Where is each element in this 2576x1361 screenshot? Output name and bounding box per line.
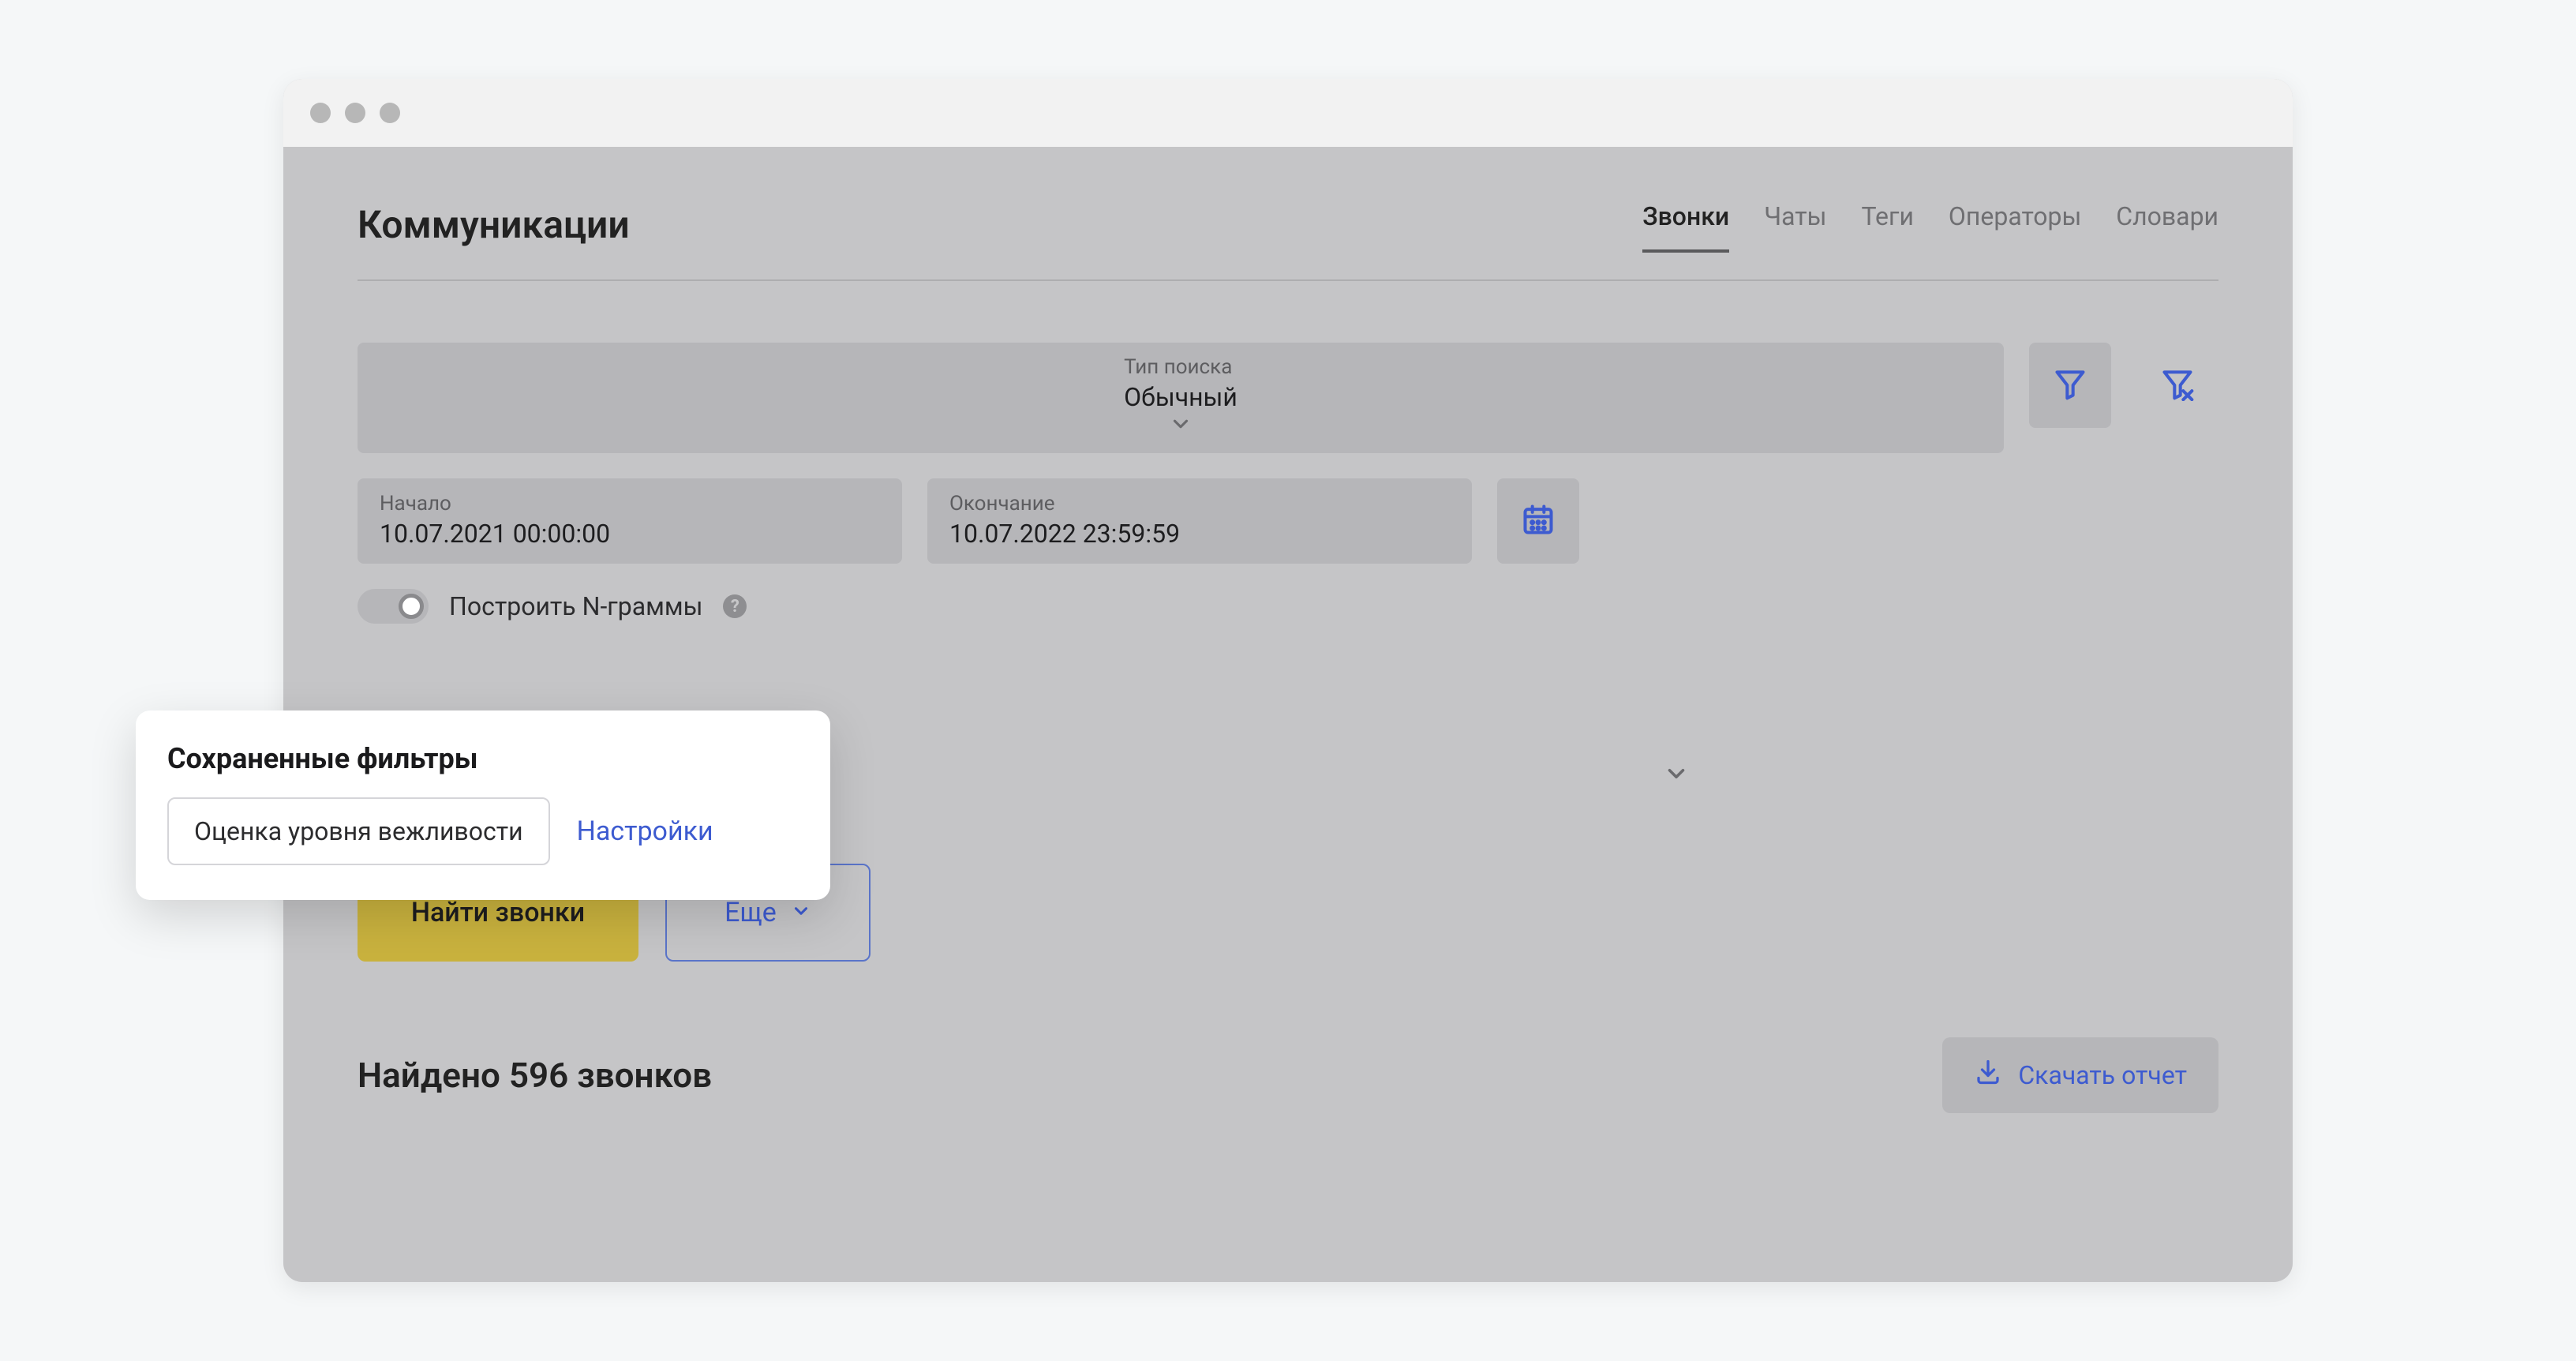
tab-dictionaries[interactable]: Словари — [2116, 199, 2218, 249]
date-end-label: Окончание — [949, 492, 1450, 516]
chevron-down-icon — [791, 897, 811, 928]
help-icon[interactable]: ? — [723, 594, 747, 618]
window-titlebar — [283, 79, 2293, 147]
search-type-row: Тип поиска Обычный — [358, 343, 2218, 453]
saved-filters-settings-link[interactable]: Настройки — [577, 815, 713, 847]
traffic-light-close[interactable] — [310, 103, 331, 123]
saved-filters-popover: Сохраненные фильтры Оценка уровня вежлив… — [136, 710, 830, 900]
date-end-value: 10.07.2022 23:59:59 — [949, 519, 1450, 549]
calendar-icon — [1521, 502, 1556, 540]
traffic-light-zoom[interactable] — [380, 103, 400, 123]
tab-chats[interactable]: Чаты — [1764, 199, 1826, 249]
date-start-label: Начало — [380, 492, 880, 516]
saved-filters-title: Сохраненные фильтры — [167, 742, 799, 775]
browser-window: Коммуникации Звонки Чаты Теги Операторы … — [283, 79, 2293, 1282]
search-type-value: Обычный — [1124, 382, 1237, 412]
date-range-row: Начало 10.07.2021 00:00:00 Окончание 10.… — [358, 478, 2218, 564]
download-report-button[interactable]: Скачать отчет — [1942, 1037, 2218, 1113]
search-type-label: Тип поиска — [1124, 355, 1237, 379]
toggle-knob — [399, 594, 424, 619]
more-label: Еще — [724, 897, 777, 928]
filter-clear-icon — [2160, 366, 2195, 404]
date-start-value: 10.07.2021 00:00:00 — [380, 519, 880, 549]
saved-filters-body: Оценка уровня вежливости Настройки — [167, 797, 799, 865]
ngram-label: Построить N-граммы — [449, 591, 702, 621]
page-title: Коммуникации — [358, 202, 630, 247]
filter-icon — [2053, 366, 2087, 404]
tab-tags[interactable]: Теги — [1861, 199, 1913, 249]
ngram-toggle[interactable] — [358, 589, 429, 624]
chevron-down-icon — [1169, 412, 1193, 439]
results-footer: Найдено 596 звонков Скачать отчет — [358, 1037, 2218, 1113]
traffic-light-minimize[interactable] — [345, 103, 365, 123]
search-type-select[interactable]: Тип поиска Обычный — [358, 343, 2004, 453]
header-tabs: Звонки Чаты Теги Операторы Словари — [1642, 199, 2218, 249]
calendar-button[interactable] — [1497, 478, 1579, 564]
date-start-field[interactable]: Начало 10.07.2021 00:00:00 — [358, 478, 902, 564]
saved-filter-chip[interactable]: Оценка уровня вежливости — [167, 797, 550, 865]
tab-calls[interactable]: Звонки — [1642, 199, 1729, 253]
ngram-row: Построить N-граммы ? — [358, 589, 2218, 624]
page-header: Коммуникации Звонки Чаты Теги Операторы … — [358, 199, 2218, 281]
download-label: Скачать отчет — [2018, 1060, 2187, 1090]
date-end-field[interactable]: Окончание 10.07.2022 23:59:59 — [927, 478, 1472, 564]
chevron-down-icon — [1663, 760, 1690, 790]
filter-button[interactable] — [2029, 343, 2111, 428]
search-calls-label: Найти звонки — [411, 897, 585, 928]
download-icon — [1974, 1058, 2002, 1093]
clear-filter-button[interactable] — [2136, 343, 2218, 428]
tab-operators[interactable]: Операторы — [1949, 199, 2081, 249]
results-count: Найдено 596 звонков — [358, 1055, 712, 1096]
stage: Коммуникации Звонки Чаты Теги Операторы … — [0, 0, 2576, 1361]
